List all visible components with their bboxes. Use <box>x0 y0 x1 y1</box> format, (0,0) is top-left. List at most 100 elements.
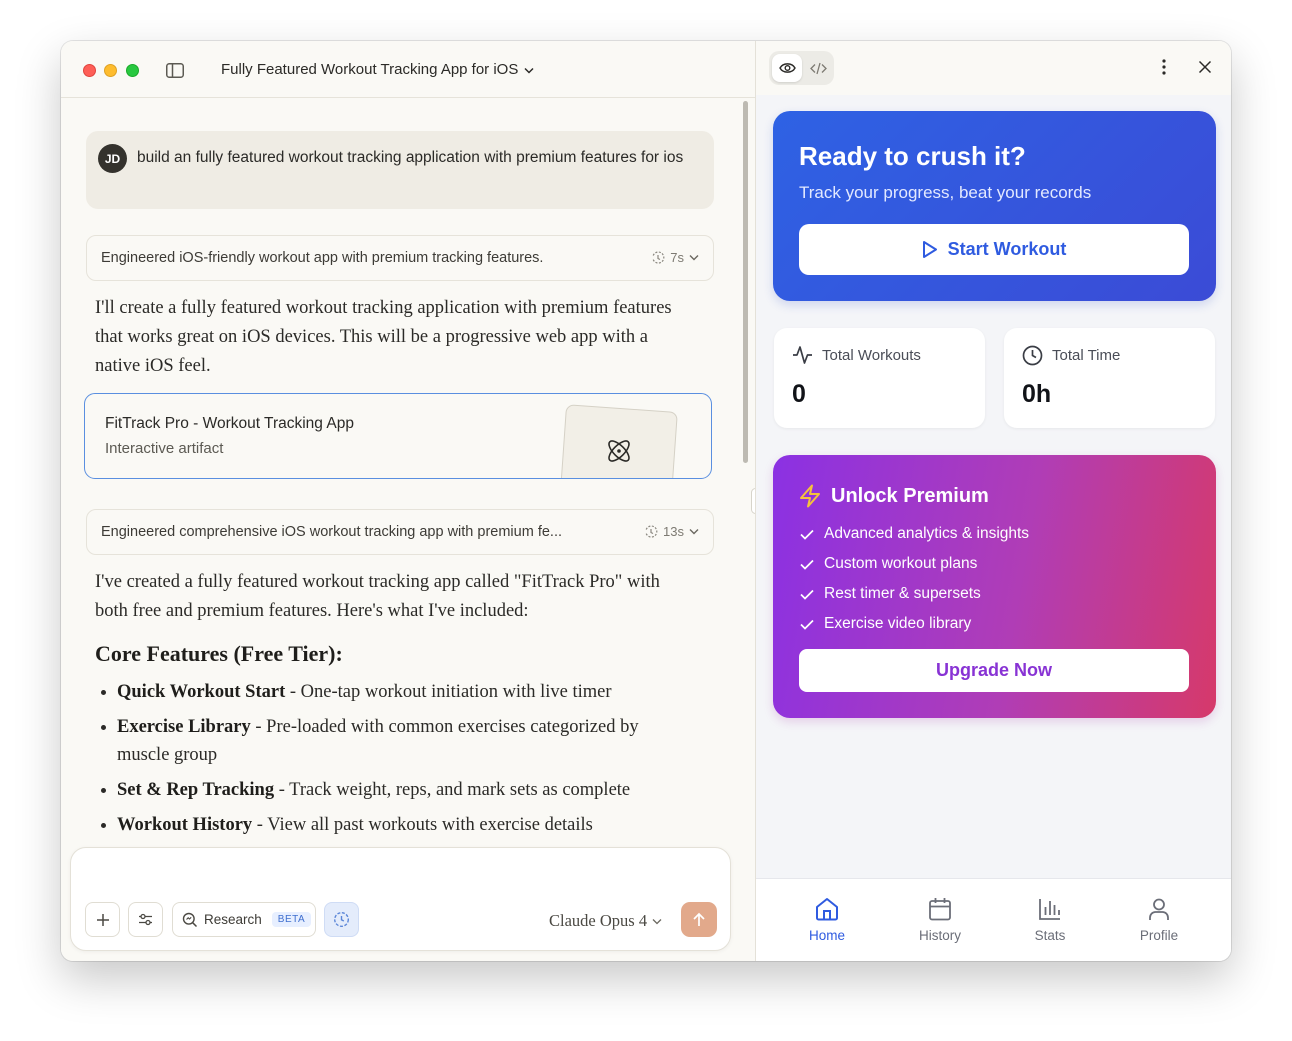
chat-title: Fully Featured Workout Tracking App for … <box>221 61 519 78</box>
preview-toolbar <box>756 41 1231 95</box>
feature-desc: - Track weight, reps, and mark sets as c… <box>274 780 631 800</box>
list-item: Custom workout plans <box>800 549 1029 579</box>
minimize-window-button[interactable] <box>104 64 117 77</box>
send-button[interactable] <box>681 902 717 937</box>
chevron-down-icon <box>689 255 699 261</box>
start-workout-button[interactable]: Start Workout <box>799 224 1189 275</box>
tab-label: Home <box>808 928 845 943</box>
stat-label: Total Time <box>1052 347 1121 364</box>
list-item: Exercise Library - Pre-loaded with commo… <box>95 713 685 769</box>
hero-subtitle: Track your progress, beat your records <box>799 183 1092 202</box>
avatar: JD <box>98 144 127 173</box>
premium-feature: Advanced analytics & insights <box>824 525 1030 542</box>
upgrade-now-button[interactable]: Upgrade Now <box>799 649 1189 692</box>
hero-card: Ready to crush it? Track your progress, … <box>773 111 1216 301</box>
hero-title: Ready to crush it? <box>799 141 1026 171</box>
timer-icon <box>652 250 665 264</box>
chevron-down-icon <box>652 918 662 924</box>
assistant-response-2: I've created a fully featured workout tr… <box>95 572 660 621</box>
close-icon <box>1198 60 1212 74</box>
stat-label-row: Total Workouts <box>792 345 921 365</box>
list-item: Exercise video library <box>800 609 1029 639</box>
react-atom-icon <box>608 440 630 462</box>
message-composer[interactable]: Research BETA Claude Opus 4 <box>70 847 731 951</box>
add-attachment-button[interactable] <box>85 902 120 937</box>
start-workout-label: Start Workout <box>947 239 1067 259</box>
features-list: Quick Workout Start - One-tap workout in… <box>95 678 685 846</box>
list-item: Rest timer & supersets <box>800 579 1029 609</box>
sidebar-toggle-icon[interactable] <box>166 63 184 78</box>
chat-title-dropdown[interactable]: Fully Featured Workout Tracking App for … <box>221 61 534 78</box>
tools-button[interactable] <box>128 902 163 937</box>
model-selector[interactable]: Claude Opus 4 <box>549 911 662 931</box>
thinking-duration: 7s <box>670 250 684 265</box>
check-icon <box>800 559 814 570</box>
tab-history[interactable]: History <box>900 896 980 943</box>
stat-card-total-time: Total Time 0h <box>1004 328 1215 428</box>
artifact-subtitle: Interactive artifact <box>105 440 224 457</box>
thinking-summary-1[interactable]: Engineered iOS-friendly workout app with… <box>86 235 714 281</box>
feature-name: Workout History <box>117 815 253 835</box>
list-item: Workout History - View all past workouts… <box>95 811 685 839</box>
chat-pane: Fully Featured Workout Tracking App for … <box>61 41 755 961</box>
premium-feature: Exercise video library <box>824 615 972 632</box>
feature-desc: - One-tap workout initiation with live t… <box>285 682 612 702</box>
artifact-preview-pane: Ready to crush it? Track your progress, … <box>755 41 1231 961</box>
more-options-button[interactable] <box>1154 57 1174 77</box>
preview-tab[interactable] <box>772 54 802 82</box>
chat-scrollbar[interactable] <box>743 101 748 463</box>
plus-icon <box>96 913 109 926</box>
search-icon <box>182 912 198 927</box>
stat-value: 0h <box>1022 380 1052 408</box>
tab-stats[interactable]: Stats <box>1010 896 1090 943</box>
research-button[interactable]: Research BETA <box>172 902 316 937</box>
tab-label: History <box>918 928 961 943</box>
premium-title-row: Unlock Premium <box>799 484 989 508</box>
user-message: JD build an fully featured workout track… <box>86 131 714 209</box>
tab-label: Stats <box>1034 928 1066 943</box>
close-window-button[interactable] <box>83 64 96 77</box>
artifact-title: FitTrack Pro - Workout Tracking App <box>105 415 354 432</box>
list-item: Quick Workout Start - One-tap workout in… <box>95 678 685 706</box>
tab-home[interactable]: Home <box>787 896 867 943</box>
stat-value: 0 <box>792 380 806 408</box>
premium-features-list: Advanced analytics & insights Custom wor… <box>800 519 1029 639</box>
lightning-icon <box>800 484 820 508</box>
extended-thinking-button[interactable] <box>324 902 359 937</box>
check-icon <box>800 589 814 600</box>
eye-icon <box>778 63 796 73</box>
thinking-summary-2[interactable]: Engineered comprehensive iOS workout tra… <box>86 509 714 555</box>
thinking-summary-text: Engineered iOS-friendly workout app with… <box>101 250 544 266</box>
premium-feature: Custom workout plans <box>824 555 978 572</box>
feature-name: Set & Rep Tracking <box>117 780 275 800</box>
tab-profile[interactable]: Profile <box>1119 896 1199 943</box>
beta-badge: BETA <box>271 912 312 927</box>
close-preview-button[interactable] <box>1195 57 1215 77</box>
artifact-card[interactable]: FitTrack Pro - Workout Tracking App Inte… <box>84 393 712 479</box>
bar-chart-icon <box>1039 899 1060 920</box>
bottom-tab-bar: Home History Stats Profile <box>756 878 1231 961</box>
thinking-meta: 13s <box>644 524 699 539</box>
title-bar: Fully Featured Workout Tracking App for … <box>61 41 755 98</box>
feature-name: Quick Workout Start <box>117 682 286 702</box>
stat-card-total-workouts: Total Workouts 0 <box>774 328 985 428</box>
list-item: Set & Rep Tracking - Track weight, reps,… <box>95 776 685 804</box>
sliders-icon <box>139 913 152 926</box>
user-icon <box>1149 898 1169 920</box>
thinking-summary-text: Engineered comprehensive iOS workout tra… <box>101 524 562 540</box>
feature-desc: - View all past workouts with exercise d… <box>252 815 593 835</box>
tab-label: Profile <box>1139 928 1179 943</box>
more-vertical-icon <box>1162 59 1166 75</box>
code-tab[interactable] <box>804 54 832 82</box>
check-icon <box>800 619 814 630</box>
model-name: Claude Opus 4 <box>549 911 648 930</box>
stat-label-row: Total Time <box>1022 345 1120 366</box>
research-label: Research <box>204 912 262 927</box>
play-icon <box>922 241 937 258</box>
timer-icon <box>645 524 658 538</box>
view-toggle <box>769 51 834 85</box>
premium-feature: Rest timer & supersets <box>824 585 981 602</box>
clock-icon <box>1022 345 1043 366</box>
zoom-window-button[interactable] <box>126 64 139 77</box>
premium-card: Unlock Premium Advanced analytics & insi… <box>773 455 1216 718</box>
